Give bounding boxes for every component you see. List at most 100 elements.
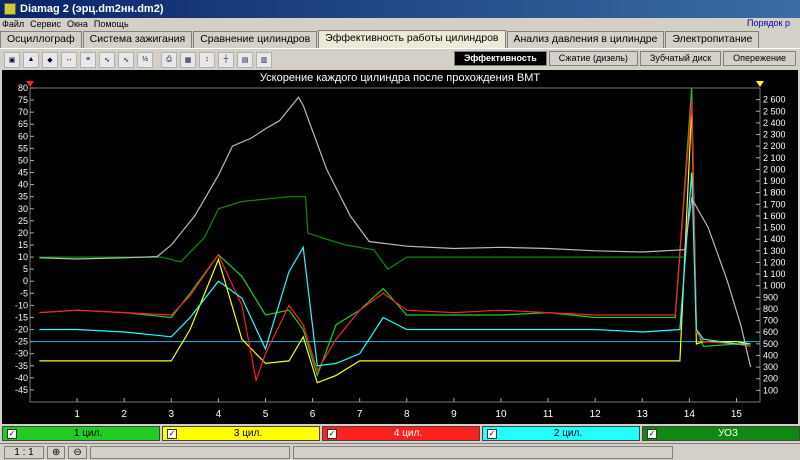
chart-area[interactable]: 80 75 70 65 60 55 50 45 40 35 30 25 20 15 10 5 0 -5 -10 -15… bbox=[2, 70, 798, 424]
legend-item-advance[interactable]: ✓ УОЗ bbox=[642, 426, 800, 441]
subtab-advance[interactable]: Опережение bbox=[723, 51, 796, 66]
y-left-tick-label: 20 bbox=[18, 228, 28, 238]
legend-label: УОЗ bbox=[718, 428, 738, 439]
y-left-tick-label: 50 bbox=[18, 155, 28, 165]
x-tick-label: 14 bbox=[684, 409, 696, 420]
x-tick-label: 1 bbox=[74, 409, 80, 420]
menu-file[interactable]: Файл bbox=[2, 19, 24, 29]
x-tick-label: 9 bbox=[451, 409, 457, 420]
y-left-tick-label: 30 bbox=[18, 204, 28, 214]
y-right-tick-label: 1 600 bbox=[763, 211, 786, 221]
legend-item-cyl4[interactable]: ✓ 4 цил. bbox=[322, 426, 480, 441]
y-left-tick-label: 25 bbox=[18, 216, 28, 226]
y-left-tick-label: 65 bbox=[18, 119, 28, 129]
y-right-tick-label: 700 bbox=[763, 316, 778, 326]
y-right-tick-label: 800 bbox=[763, 304, 778, 314]
tab-power-supply[interactable]: Электропитание bbox=[665, 31, 760, 48]
zoom-icon[interactable]: ▲ bbox=[23, 51, 39, 68]
y-right-tick-label: 100 bbox=[763, 385, 778, 395]
tab-cylinder-comparison[interactable]: Сравнение цилиндров bbox=[193, 31, 318, 48]
average-icon[interactable]: ≡ bbox=[80, 51, 96, 68]
chart-svg: 80757065605550454035302520151050-5-10-15… bbox=[15, 81, 786, 420]
y-left-tick-label: -15 bbox=[15, 312, 28, 322]
legend-label: 1 цил. bbox=[73, 428, 103, 439]
chart-icon[interactable]: ▥ bbox=[256, 51, 272, 68]
y-right-tick-label: 1 000 bbox=[763, 281, 786, 291]
y-left-tick-label: 5 bbox=[23, 264, 28, 274]
cursor-icon[interactable]: ↕ bbox=[199, 51, 215, 68]
y-left-tick-label: 70 bbox=[18, 107, 28, 117]
checkbox-icon[interactable]: ✓ bbox=[487, 428, 497, 439]
menu-service[interactable]: Сервис bbox=[30, 19, 61, 29]
y-right-tick-label: 1 700 bbox=[763, 199, 786, 209]
zoom-out-icon[interactable]: ⊖ bbox=[68, 445, 87, 459]
grid-icon[interactable]: ▦ bbox=[180, 51, 196, 68]
y-right-tick-label: 1 100 bbox=[763, 269, 786, 279]
subtab-compression[interactable]: Сжатие (дизель) bbox=[548, 51, 638, 66]
y-left-tick-label: -40 bbox=[15, 373, 28, 383]
x-tick-label: 6 bbox=[310, 409, 316, 420]
y-right-tick-label: 2 500 bbox=[763, 106, 786, 116]
menu-windows[interactable]: Окна bbox=[67, 19, 88, 29]
zoom-in-icon[interactable]: ⊕ bbox=[47, 445, 66, 459]
sub-tabs: Эффективность Сжатие (дизель) Зубчатый д… bbox=[452, 51, 796, 66]
y-right-tick-label: 1 500 bbox=[763, 223, 786, 233]
y-left-tick-label: 0 bbox=[23, 276, 28, 286]
status-panel-2 bbox=[292, 445, 673, 459]
y-left-tick-label: 10 bbox=[18, 252, 28, 262]
legend-item-cyl1[interactable]: ✓ 1 цил. bbox=[2, 426, 160, 441]
y-right-tick-label: 1 200 bbox=[763, 257, 786, 267]
y-right-tick-label: 300 bbox=[763, 362, 778, 372]
x-tick-label: 13 bbox=[637, 409, 649, 420]
checkbox-icon[interactable]: ✓ bbox=[167, 428, 177, 439]
select-icon[interactable]: ▣ bbox=[4, 51, 20, 68]
print-icon[interactable]: ⎙ bbox=[161, 51, 177, 68]
y-left-tick-label: -10 bbox=[15, 300, 28, 310]
subtab-efficiency[interactable]: Эффективность bbox=[454, 51, 547, 66]
y-left-tick-label: -25 bbox=[15, 337, 28, 347]
app-icon bbox=[4, 3, 16, 15]
menu-help[interactable]: Помощь bbox=[94, 19, 129, 29]
y-left-tick-label: -20 bbox=[15, 325, 28, 335]
cylinders-icon[interactable]: ▤ bbox=[237, 51, 253, 68]
subtab-toothed-disc[interactable]: Зубчатый диск bbox=[639, 51, 722, 66]
y-right-tick-label: 2 100 bbox=[763, 153, 786, 163]
status-panel bbox=[89, 445, 290, 459]
tab-oscilloscope[interactable]: Осциллограф bbox=[0, 31, 82, 48]
zoom-level[interactable]: 1 : 1 bbox=[4, 445, 44, 459]
tab-pressure-analysis[interactable]: Анализ давления в цилиндре bbox=[506, 31, 665, 48]
y-left-tick-label: 55 bbox=[18, 143, 28, 153]
y-left-tick-label: -45 bbox=[15, 385, 28, 395]
window-title: Diamag 2 (эрц.dm2нн.dm2) bbox=[20, 3, 164, 15]
y-right-tick-label: 2 400 bbox=[763, 118, 786, 128]
y-left-tick-label: -30 bbox=[15, 349, 28, 359]
y-right-tick-label: 2 300 bbox=[763, 130, 786, 140]
marker-icon[interactable]: ◆ bbox=[42, 51, 58, 68]
tab-cylinder-efficiency[interactable]: Эффективность работы цилиндров bbox=[318, 30, 506, 48]
vvti-icon[interactable]: ∿ bbox=[118, 51, 134, 68]
title-bar: Diamag 2 (эрц.dm2нн.dm2) bbox=[0, 0, 800, 18]
y-left-tick-label: -5 bbox=[20, 288, 28, 298]
scale-icon[interactable]: ½ bbox=[137, 51, 153, 68]
y-right-tick-label: 2 600 bbox=[763, 95, 786, 105]
ticks-icon[interactable]: ┼ bbox=[218, 51, 234, 68]
main-tabs: Осциллограф Система зажигания Сравнение … bbox=[0, 30, 760, 48]
cylinder-order-link[interactable]: Порядок р bbox=[747, 18, 790, 28]
series-line-6 bbox=[39, 96, 752, 368]
checkbox-icon[interactable]: ✓ bbox=[327, 428, 337, 439]
range-icon[interactable]: ↔ bbox=[61, 51, 77, 68]
legend-item-cyl2[interactable]: ✓ 2 цил. bbox=[482, 426, 640, 441]
legend-label: 2 цил. bbox=[553, 428, 583, 439]
series-line-3 bbox=[39, 100, 751, 383]
x-tick-label: 11 bbox=[543, 409, 554, 420]
tab-ignition-system[interactable]: Система зажигания bbox=[82, 31, 193, 48]
y-left-tick-label: 80 bbox=[18, 83, 28, 93]
checkbox-icon[interactable]: ✓ bbox=[647, 428, 657, 439]
y-right-tick-label: 1 800 bbox=[763, 188, 786, 198]
y-right-tick-label: 1 900 bbox=[763, 176, 786, 186]
legend-label: 3 цил. bbox=[233, 428, 263, 439]
y-right-tick-label: 600 bbox=[763, 327, 778, 337]
legend-item-cyl3[interactable]: ✓ 3 цил. bbox=[162, 426, 320, 441]
spline-icon[interactable]: ∿ bbox=[99, 51, 115, 68]
checkbox-icon[interactable]: ✓ bbox=[7, 428, 17, 439]
